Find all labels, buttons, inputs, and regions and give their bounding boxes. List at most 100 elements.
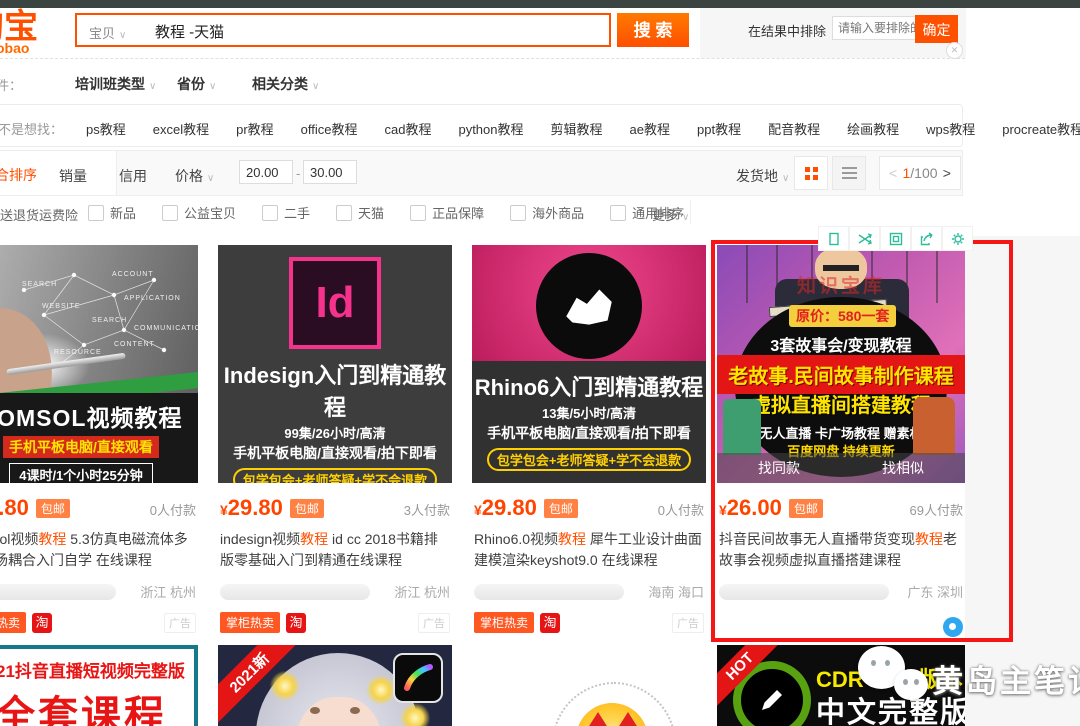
product-image[interactable]: SEARCH ACCOUNT WEBSITE SEARCH APPLICATIO… bbox=[0, 245, 198, 483]
exclude-confirm-button[interactable]: 确定 bbox=[915, 15, 958, 43]
next-page-button[interactable]: > bbox=[943, 165, 951, 181]
image-main-title: 全套课程 bbox=[0, 683, 194, 726]
filter-conditions-row: 筛选条件： 培训班类型∨ 省份∨ 相关分类∨ bbox=[0, 58, 965, 104]
checkbox-new[interactable]: 新品 bbox=[88, 203, 136, 222]
image-title: 2021抖音直播短视频完整版 bbox=[0, 657, 194, 682]
dropdown-province[interactable]: 省份∨ bbox=[177, 74, 216, 94]
page-indicator: 1/100 bbox=[902, 165, 937, 181]
shipping-insurance-label: 赠送退货运费险 bbox=[0, 205, 78, 224]
seller-location: 浙江 杭州 bbox=[394, 582, 450, 601]
procreate-icon bbox=[393, 653, 443, 703]
product-card[interactable]: Id Indesign入门到精通教程 99集/26小时/高清 手机平板电脑/直接… bbox=[218, 242, 452, 630]
suggestion-link[interactable]: python教程 bbox=[458, 119, 523, 138]
image-promise: 包学包会+老师答疑+学不会退款 bbox=[487, 448, 691, 471]
suggestion-link[interactable]: procreate教程 bbox=[1002, 119, 1080, 138]
shuffle-button[interactable] bbox=[849, 226, 880, 251]
checkbox-charity[interactable]: 公益宝贝 bbox=[162, 203, 236, 222]
product-card[interactable]: Rhino6入门到精通教程 13集/5小时/高清 手机平板电脑/直接观看/拍下即… bbox=[472, 242, 706, 630]
product-image[interactable]: 知识宝库 原价：580一套 3套故事会/变现教程 老故事.民间故事制作课程 虚拟… bbox=[717, 245, 965, 483]
conditions-label: 筛选条件： bbox=[0, 75, 22, 94]
suggestion-link[interactable]: excel教程 bbox=[153, 119, 209, 138]
product-card[interactable]: 2021新 bbox=[218, 645, 452, 726]
crowd-figure bbox=[913, 397, 955, 455]
taobao-logo[interactable]: 淘宝 bbox=[0, 10, 38, 44]
currency-symbol: ¥ bbox=[474, 502, 482, 518]
search-button[interactable]: 搜 索 bbox=[617, 13, 689, 47]
image-title: Indesign入门到精通教程 bbox=[218, 358, 452, 422]
price-max-input[interactable] bbox=[303, 160, 357, 184]
sort-sales[interactable]: 销量 bbox=[59, 166, 87, 186]
dropdown-related-category[interactable]: 相关分类∨ bbox=[252, 74, 319, 94]
suggestion-link[interactable]: ppt教程 bbox=[697, 119, 741, 138]
product-card-highlighted[interactable]: 知识宝库 原价：580一套 3套故事会/变现教程 老故事.民间故事制作课程 虚拟… bbox=[717, 242, 965, 630]
original-price-tag: 原价：580一套 bbox=[789, 305, 896, 327]
product-image[interactable]: Rhino6入门到精通教程 13集/5小时/高清 手机平板电脑/直接观看/拍下即… bbox=[472, 245, 706, 483]
price-min-input[interactable] bbox=[239, 160, 293, 184]
rectangle-icon bbox=[827, 232, 841, 246]
checkbox-authentic[interactable]: 正品保障 bbox=[410, 203, 484, 222]
sparkle bbox=[270, 671, 300, 701]
exclude-label: 在结果中排除 bbox=[748, 21, 826, 40]
capture-region-button[interactable] bbox=[818, 226, 849, 251]
suggestion-link[interactable]: 剪辑教程 bbox=[551, 119, 603, 138]
seller-location: 海南 海口 bbox=[648, 582, 704, 601]
frame-button[interactable] bbox=[880, 226, 911, 251]
search-box[interactable]: 宝贝∨ bbox=[75, 13, 611, 47]
checkbox-tmall[interactable]: 天猫 bbox=[336, 203, 384, 222]
grid-view-button[interactable] bbox=[794, 156, 828, 190]
prev-page-button[interactable]: < bbox=[889, 165, 897, 181]
ship-from-dropdown[interactable]: 发货地∨ bbox=[736, 166, 789, 186]
sort-price[interactable]: 价格∨ bbox=[175, 166, 214, 186]
product-card[interactable] bbox=[472, 645, 706, 726]
settings-button[interactable] bbox=[942, 226, 973, 251]
suggestion-link[interactable]: cad教程 bbox=[385, 119, 432, 138]
product-card[interactable]: SEARCH ACCOUNT WEBSITE SEARCH APPLICATIO… bbox=[0, 242, 198, 630]
taobao-logo-latin: obao bbox=[0, 40, 29, 56]
sort-credit[interactable]: 信用 bbox=[119, 166, 147, 186]
product-title[interactable]: Rhino6.0视频教程 犀牛工业设计曲面建模渲染keyshot9.0 在线课程 bbox=[474, 529, 704, 571]
window-top-strip bbox=[0, 0, 1080, 8]
suggestion-link[interactable]: office教程 bbox=[301, 119, 358, 138]
search-category-label: 宝贝 bbox=[89, 26, 115, 41]
suggestion-link[interactable]: 绘画教程 bbox=[847, 119, 899, 138]
suggestion-link[interactable]: pr教程 bbox=[236, 119, 274, 138]
price-range-dash: - bbox=[296, 166, 300, 181]
checkbox-icon bbox=[88, 205, 104, 221]
product-title[interactable]: comsol视频教程 5.3仿真电磁流体多物理场耦合入门自学 在线课程 bbox=[0, 529, 196, 571]
suggestion-link[interactable]: ae教程 bbox=[630, 119, 670, 138]
checkbox-icon bbox=[162, 205, 178, 221]
shop-hot-badge: 掌柜热卖 bbox=[0, 612, 26, 633]
dropdown-training-type[interactable]: 培训班类型∨ bbox=[75, 74, 156, 94]
nested-square-icon bbox=[889, 232, 903, 246]
more-filters-link[interactable]: 更多∨ bbox=[652, 205, 689, 224]
crowd-figure bbox=[723, 399, 761, 455]
checkbox-secondhand[interactable]: 二手 bbox=[262, 203, 310, 222]
share-button[interactable] bbox=[911, 226, 942, 251]
search-input[interactable] bbox=[153, 17, 577, 45]
product-title[interactable]: 抖音民间故事无人直播带货变现教程老故事会视频虚拟直播搭建课程 bbox=[719, 529, 963, 571]
list-view-button[interactable] bbox=[832, 156, 866, 190]
product-image[interactable]: Id Indesign入门到精通教程 99集/26小时/高清 手机平板电脑/直接… bbox=[218, 245, 452, 483]
divider bbox=[690, 200, 691, 224]
logo-triangle bbox=[584, 712, 612, 726]
find-similar-button[interactable]: 找相似 bbox=[841, 453, 965, 483]
chevron-down-icon: ∨ bbox=[209, 81, 216, 92]
filter-checkbox-row: 赠送退货运费险 新品 公益宝贝 二手 天猫 正品保障 海外商品 通用排序 更多∨ bbox=[0, 196, 965, 228]
suggestion-link[interactable]: ps教程 bbox=[86, 119, 126, 138]
find-same-button[interactable]: 找同款 bbox=[717, 453, 841, 483]
product-title[interactable]: indesign视频教程 id cc 2018书籍排版零基础入门到精通在线课程 bbox=[220, 529, 450, 571]
taobao-shop-icon: 淘 bbox=[32, 613, 52, 633]
price: 29.80 bbox=[0, 495, 29, 521]
wangwang-chat-icon[interactable] bbox=[943, 617, 963, 637]
product-card[interactable]: 2021抖音直播短视频完整版 全套课程 0基础7天快速上手 bbox=[0, 645, 198, 726]
chevron-down-icon: ∨ bbox=[207, 173, 214, 184]
ad-tag: 广告 bbox=[164, 613, 196, 633]
checkbox-overseas[interactable]: 海外商品 bbox=[510, 203, 584, 222]
checkbox-icon bbox=[262, 205, 278, 221]
close-icon[interactable]: ✕ bbox=[946, 42, 963, 59]
suggestion-link[interactable]: 配音教程 bbox=[768, 119, 820, 138]
image-faint-text: 知识宝库 bbox=[717, 271, 965, 298]
search-category-dropdown[interactable]: 宝贝∨ bbox=[89, 23, 126, 42]
image-subtitle: 13集/5小时/高清 bbox=[472, 403, 706, 422]
suggestion-link[interactable]: wps教程 bbox=[926, 119, 975, 138]
